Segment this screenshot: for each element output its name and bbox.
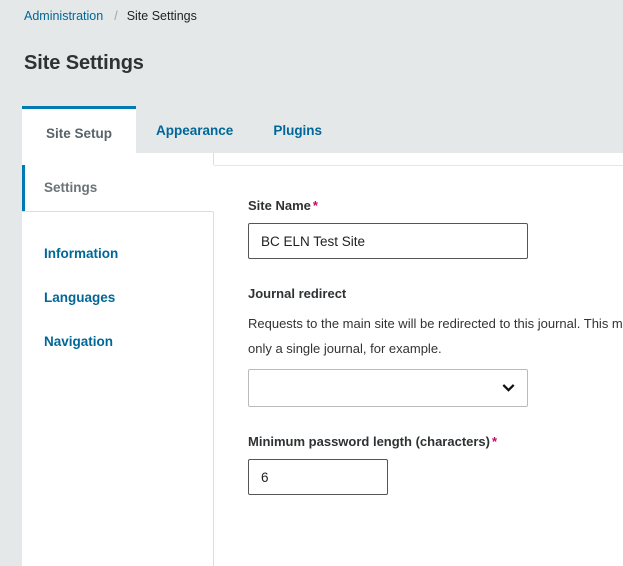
subnav-item-navigation[interactable]: Navigation — [22, 320, 213, 364]
tab-site-setup[interactable]: Site Setup — [22, 106, 137, 153]
site-name-label-text: Site Name — [248, 198, 311, 213]
subnav-item-settings[interactable]: Settings — [22, 165, 214, 212]
subnav-item-label: Navigation — [44, 334, 114, 349]
breadcrumb-link-administration[interactable]: Administration — [24, 9, 103, 23]
breadcrumb-separator: / — [114, 9, 118, 23]
field-min-password-length: Minimum password length (characters) * — [248, 433, 623, 495]
journal-redirect-label: Journal redirect — [248, 286, 347, 301]
min-password-length-input[interactable] — [248, 459, 388, 495]
tab-plugins[interactable]: Plugins — [253, 109, 343, 153]
chevron-down-icon — [502, 384, 515, 393]
breadcrumb-current: Site Settings — [126, 9, 197, 23]
journal-redirect-select[interactable] — [248, 369, 528, 407]
subnav-item-languages[interactable]: Languages — [22, 276, 213, 320]
field-site-name: Site Name * — [248, 197, 623, 259]
settings-panel: Settings Information Languages Navigatio… — [22, 153, 623, 566]
subnav-item-label: Information — [44, 246, 119, 261]
breadcrumb: Administration / Site Settings — [0, 0, 623, 26]
field-journal-redirect: Journal redirect Requests to the main si… — [248, 285, 623, 407]
site-name-input[interactable] — [248, 223, 528, 259]
page-title: Site Settings — [24, 52, 144, 74]
subnav-item-label: Languages — [44, 290, 116, 305]
settings-subnav: Settings Information Languages Navigatio… — [22, 153, 214, 566]
tab-bar: Site Setup Appearance Plugins — [0, 103, 623, 153]
min-password-length-label: Minimum password length (characters) * — [248, 433, 623, 451]
subnav-item-label: Settings — [44, 180, 98, 195]
form-top-divider — [214, 165, 623, 166]
tab-appearance[interactable]: Appearance — [136, 109, 254, 153]
subnav-spacer — [22, 212, 213, 232]
subnav-item-information[interactable]: Information — [22, 232, 213, 276]
settings-form: Site Name* Journal redirect Requests to … — [214, 153, 623, 566]
site-name-label: Site Name * — [248, 197, 623, 215]
required-asterisk: * — [492, 434, 498, 449]
min-password-length-label-text: Minimum password length (characters) — [248, 434, 490, 449]
journal-redirect-description: Requests to the main site will be redire… — [248, 316, 623, 356]
required-asterisk: * — [312, 198, 318, 213]
